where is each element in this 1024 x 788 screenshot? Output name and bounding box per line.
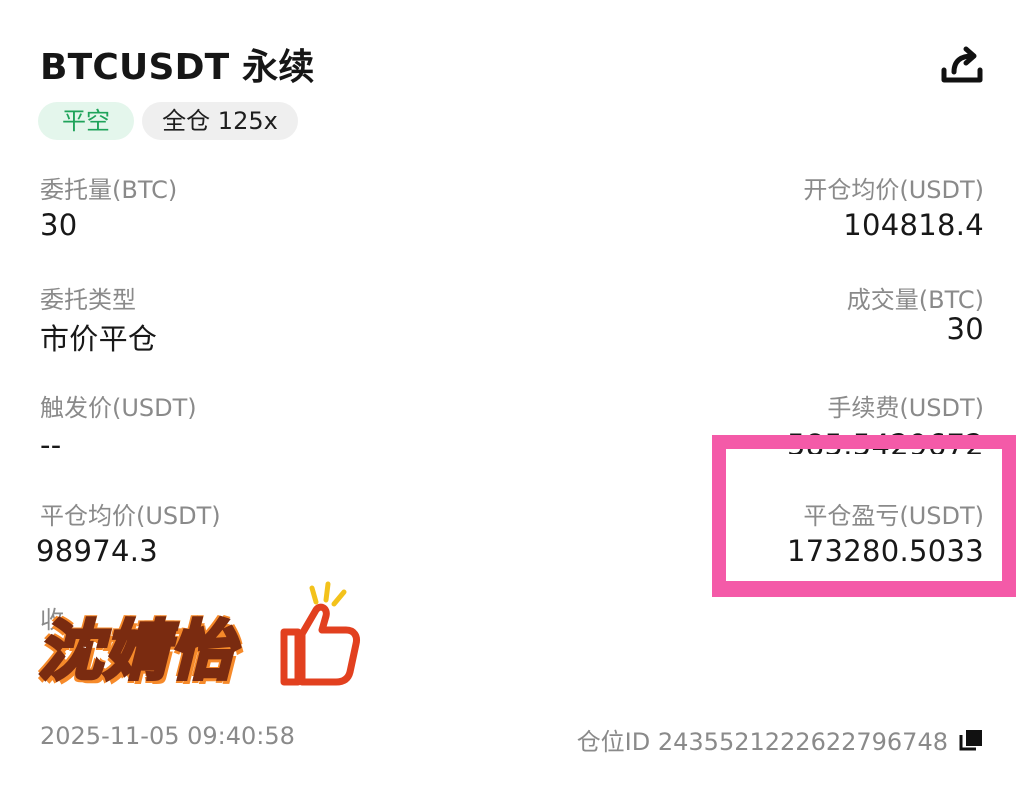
close-pnl-value: 173280.5033 (786, 534, 984, 568)
filled-qty-value: 30 (946, 312, 984, 346)
close-avg-price-value: 98974.3 (36, 534, 159, 568)
open-avg-price-label: 开仓均价(USDT) (803, 176, 984, 204)
trigger-price-label: 触发价(USDT) (40, 394, 197, 422)
close-avg-price-label: 平仓均价(USDT) (40, 502, 221, 530)
share-icon[interactable] (936, 42, 986, 88)
filled-qty-label: 成交量(BTC) (846, 286, 984, 314)
order-qty-value: 30 (40, 208, 78, 242)
fee-value: 585.5429672 (786, 428, 984, 454)
copy-icon[interactable] (958, 728, 984, 752)
fee-value-clip: 585.5429672 (787, 428, 984, 454)
fee-label: 手续费(USDT) (827, 394, 984, 422)
margin-mode-badge: 全仓 125x (142, 102, 298, 140)
order-type-label: 委托类型 (40, 286, 136, 314)
page-title: BTCUSDT 永续 (40, 47, 315, 88)
close-pnl-label: 平仓盈亏(USDT) (803, 502, 984, 530)
order-qty-label: 委托量(BTC) (40, 176, 178, 204)
thumbs-up-icon (280, 581, 360, 686)
position-id: 仓位ID 2435521222622796748 (576, 728, 948, 756)
order-type-value: 市价平仓 (40, 322, 158, 356)
side-badge: 平空 (38, 102, 134, 140)
sticker-text: 沈婧怡 (36, 613, 236, 691)
open-avg-price-value: 104818.4 (843, 208, 984, 242)
order-timestamp: 2025-11-05 09:40:58 (40, 722, 295, 750)
trigger-price-value: -- (40, 428, 62, 462)
